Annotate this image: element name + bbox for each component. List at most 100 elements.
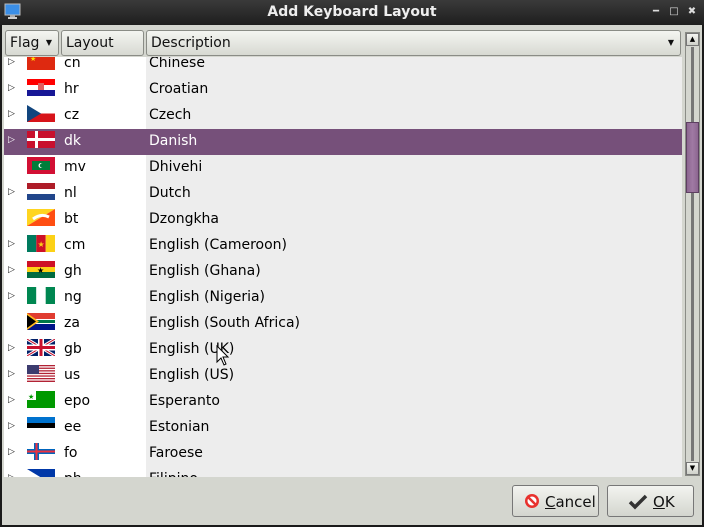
layout-code: epo [64, 393, 91, 409]
expand-arrow-icon[interactable]: ▷ [8, 395, 15, 405]
column-header-description-label: Description [151, 35, 231, 51]
flag-ee-icon [27, 417, 55, 434]
layout-description: Dhivehi [149, 159, 203, 175]
column-header-description[interactable]: Description ▼ [146, 30, 681, 56]
layout-row-dk[interactable]: ▷ dk Danish [4, 129, 682, 155]
layout-row-za[interactable]: za English (South Africa) [4, 311, 682, 337]
layout-code: us [64, 367, 81, 383]
flag-ph-icon [27, 469, 55, 477]
scroll-down-button[interactable]: ▼ [686, 462, 699, 475]
layout-description: Esperanto [149, 393, 220, 409]
layout-row-fo[interactable]: ▷ fo Faroese [4, 441, 682, 467]
scroll-thumb[interactable] [686, 122, 699, 193]
layout-code: cm [64, 237, 86, 253]
layout-description: Dzongkha [149, 211, 220, 227]
layout-code: gb [64, 341, 82, 357]
flag-us-icon [27, 365, 55, 382]
flag-bt-icon [27, 209, 55, 226]
checkmark-icon [628, 494, 648, 510]
column-header-layout[interactable]: Layout [61, 30, 144, 56]
column-header-flag[interactable]: Flag ▼ [5, 30, 59, 56]
cancel-button[interactable]: Cancel [512, 485, 599, 517]
close-button[interactable]: ✖ [686, 6, 698, 18]
flag-cm-icon: ★ [27, 235, 55, 252]
layout-code: dk [64, 133, 81, 149]
layout-list[interactable]: ▷ ★ cn Chinese ▷ hr Croatian ▷ cz Czech ▷ dk Danish m… [4, 57, 682, 477]
expand-arrow-icon[interactable]: ▷ [8, 187, 15, 197]
flag-ng-icon [27, 287, 55, 304]
layout-code: ng [64, 289, 82, 305]
layout-description: English (South Africa) [149, 315, 300, 331]
minimize-button[interactable]: ━ [650, 6, 662, 18]
layout-description: Czech [149, 107, 192, 123]
layout-row-cm[interactable]: ▷ ★ cm English (Cameroon) [4, 233, 682, 259]
layout-row-epo[interactable]: ▷ ★ epo Esperanto [4, 389, 682, 415]
expand-arrow-icon[interactable]: ▷ [8, 369, 15, 379]
layout-description: Filipino [149, 471, 198, 477]
ok-label: OK [653, 493, 675, 511]
flag-dk-icon [27, 131, 55, 148]
layout-row-cz[interactable]: ▷ cz Czech [4, 103, 682, 129]
scroll-up-button[interactable]: ▲ [686, 33, 699, 46]
expand-arrow-icon[interactable]: ▷ [8, 343, 15, 353]
expand-arrow-icon[interactable]: ▷ [8, 135, 15, 145]
layout-description: English (US) [149, 367, 235, 383]
expand-arrow-icon[interactable]: ▷ [8, 57, 15, 67]
flag-epo-icon: ★ [27, 391, 55, 408]
layout-row-mv[interactable]: mv Dhivehi [4, 155, 682, 181]
expand-arrow-icon[interactable]: ▷ [8, 447, 15, 457]
layout-row-cn[interactable]: ▷ ★ cn Chinese [4, 57, 682, 77]
dialog-body: Flag ▼ Layout Description ▼ ▷ ★ cn Chinese ▷… [2, 25, 702, 525]
scroll-track[interactable] [691, 47, 694, 461]
layout-code: fo [64, 445, 78, 461]
layout-code: za [64, 315, 80, 331]
expand-arrow-icon[interactable]: ▷ [8, 109, 15, 119]
expand-arrow-icon[interactable]: ▷ [8, 239, 15, 249]
expand-arrow-icon[interactable]: ▷ [8, 265, 15, 275]
flag-gb-icon [27, 339, 55, 356]
layout-code: nl [64, 185, 77, 201]
expand-arrow-icon[interactable]: ▷ [8, 291, 15, 301]
dropdown-arrow-icon: ▼ [667, 38, 674, 47]
svg-text:★: ★ [28, 393, 34, 401]
layout-row-us[interactable]: ▷ us English (US) [4, 363, 682, 389]
flag-cz-icon [27, 105, 55, 122]
layout-row-bt[interactable]: bt Dzongkha [4, 207, 682, 233]
layout-code: cn [64, 57, 81, 71]
layout-row-ph[interactable]: ▷ ph Filipino [4, 467, 682, 477]
title-bar: Add Keyboard Layout ━ □ ✖ [0, 0, 704, 25]
maximize-button[interactable]: □ [668, 6, 680, 18]
expand-arrow-icon[interactable]: ▷ [8, 83, 15, 93]
vertical-scrollbar[interactable]: ▲ ▼ [685, 32, 700, 476]
layout-description: English (Cameroon) [149, 237, 287, 253]
layout-description: English (Ghana) [149, 263, 261, 279]
layout-row-gh[interactable]: ▷ ★ gh English (Ghana) [4, 259, 682, 285]
layout-code: ph [64, 471, 82, 477]
layout-code: bt [64, 211, 79, 227]
flag-za-icon [27, 313, 55, 330]
flag-fo-icon [27, 443, 55, 460]
ok-button[interactable]: OK [607, 485, 694, 517]
svg-text:★: ★ [37, 266, 44, 275]
svg-text:★: ★ [38, 240, 45, 249]
layout-row-nl[interactable]: ▷ nl Dutch [4, 181, 682, 207]
layout-code: gh [64, 263, 82, 279]
cancel-icon [525, 494, 539, 508]
layout-code: hr [64, 81, 79, 97]
layout-row-gb[interactable]: ▷ gb English (UK) [4, 337, 682, 363]
layout-code: cz [64, 107, 80, 123]
layout-description: English (Nigeria) [149, 289, 266, 305]
layout-row-ee[interactable]: ▷ ee Estonian [4, 415, 682, 441]
layout-description: Estonian [149, 419, 210, 435]
column-header-flag-label: Flag [10, 35, 40, 51]
layout-row-hr[interactable]: ▷ hr Croatian [4, 77, 682, 103]
expand-arrow-icon[interactable]: ▷ [8, 421, 15, 431]
window-title: Add Keyboard Layout [267, 4, 437, 20]
layout-description: Faroese [149, 445, 203, 461]
flag-cn-icon: ★ [27, 57, 55, 70]
flag-nl-icon [27, 183, 55, 200]
expand-arrow-icon[interactable]: ▷ [8, 473, 15, 477]
layout-description: Croatian [149, 81, 209, 97]
layout-row-ng[interactable]: ▷ ng English (Nigeria) [4, 285, 682, 311]
flag-gh-icon: ★ [27, 261, 55, 278]
